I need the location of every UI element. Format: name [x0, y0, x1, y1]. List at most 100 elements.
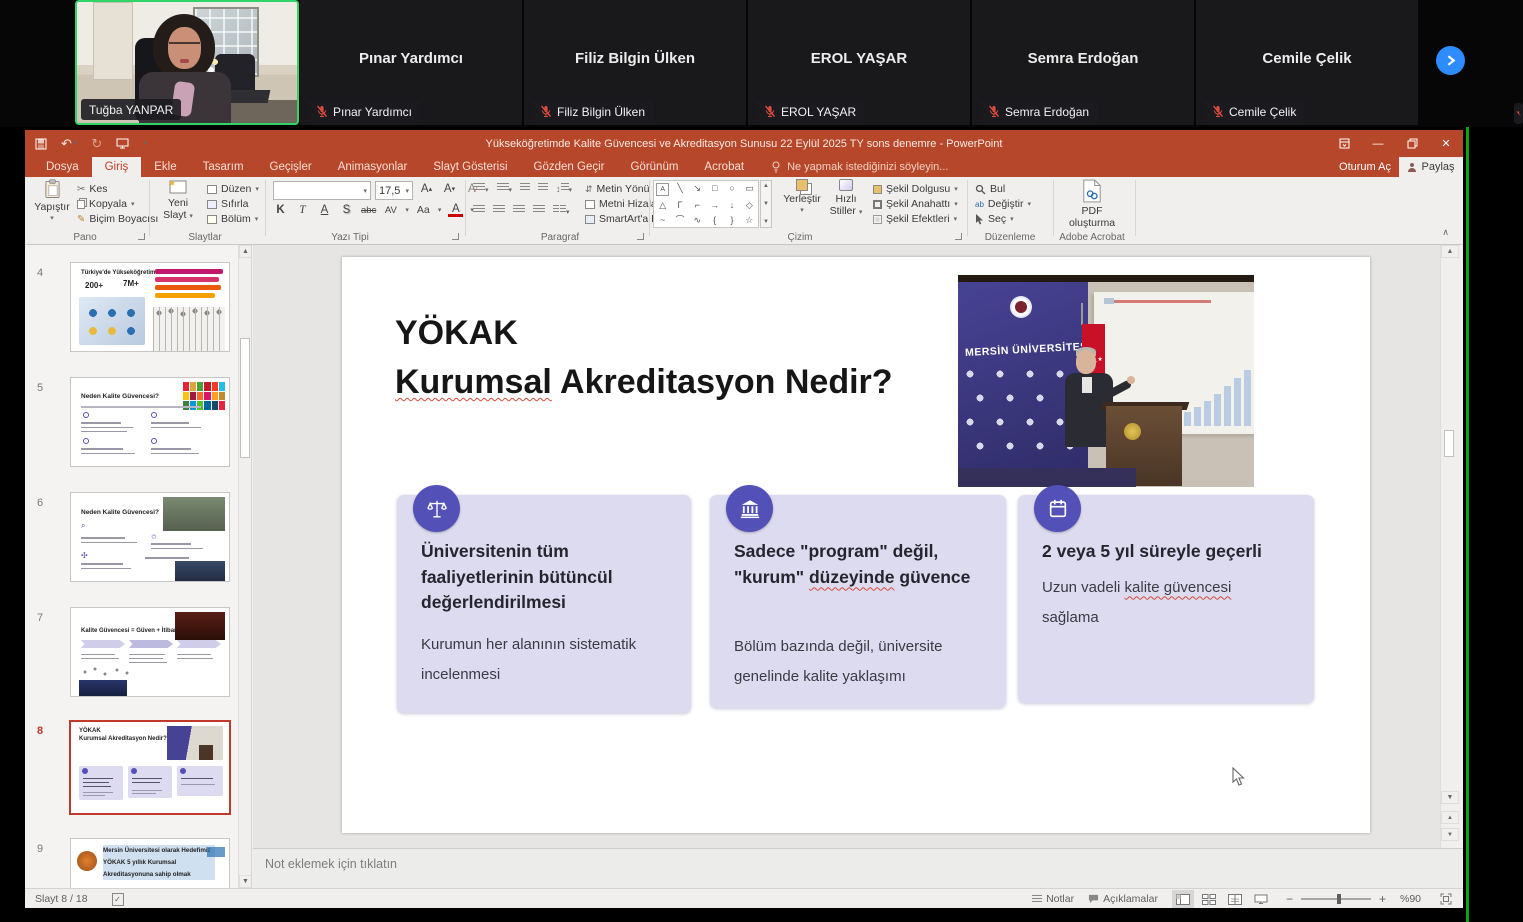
- new-slide-button[interactable]: YeniSlayt ▾: [155, 179, 201, 221]
- slide-scrollbar-thumb[interactable]: [1444, 430, 1454, 457]
- thumbnail-slide-7[interactable]: Kalite Güvencesi = Güven + İtibar: [70, 607, 230, 697]
- increase-indent-button[interactable]: [538, 183, 548, 195]
- scroll-down-icon[interactable]: ▼: [239, 875, 252, 888]
- gallery-more-icon[interactable]: ▼: [763, 219, 769, 225]
- minimize-button[interactable]: —: [1361, 130, 1395, 157]
- slide-scrollbar[interactable]: ▲ ▼ ▲ ▼: [1440, 245, 1458, 848]
- section-button[interactable]: Bölüm▾: [207, 212, 258, 226]
- tab-gorunum[interactable]: Görünüm: [617, 157, 691, 177]
- previous-slide-button[interactable]: ▲: [1441, 811, 1459, 824]
- zoom-out-button[interactable]: −: [1286, 892, 1293, 906]
- decrease-indent-button[interactable]: [520, 183, 530, 195]
- shape-arrow-line-icon[interactable]: ↘: [689, 181, 706, 198]
- spell-check-icon[interactable]: ✓: [112, 893, 124, 906]
- shape-brace-open-icon[interactable]: {: [706, 213, 723, 228]
- scroll-down-icon[interactable]: ▼: [1441, 791, 1459, 804]
- shape-elbow2-icon[interactable]: ⌐: [689, 198, 706, 213]
- zoom-in-button[interactable]: +: [1379, 892, 1386, 906]
- save-button[interactable]: [35, 138, 47, 150]
- shape-scribble-icon[interactable]: ~: [654, 213, 671, 228]
- format-painter-button[interactable]: ✎Biçim Boyacısı: [77, 212, 158, 226]
- close-button[interactable]: ✕: [1429, 130, 1463, 157]
- ribbon-display-options-button[interactable]: [1327, 130, 1361, 157]
- arrange-button[interactable]: Yerleştir ▾: [780, 179, 824, 215]
- thumbnail-slide-5[interactable]: Neden Kalite Güvencesi?: [70, 377, 230, 467]
- share-button[interactable]: Paylaş: [1399, 157, 1463, 177]
- shapes-gallery-scroll[interactable]: ▲▼▼: [760, 180, 772, 228]
- cut-button[interactable]: ✂Kes: [77, 182, 107, 196]
- tab-dosya[interactable]: Dosya: [33, 157, 92, 177]
- character-spacing-button[interactable]: AV: [383, 202, 398, 218]
- undo-button[interactable]: ↶▾: [61, 137, 77, 150]
- columns-button[interactable]: ▾: [553, 205, 570, 217]
- tab-tasarim[interactable]: Tasarım: [190, 157, 257, 177]
- find-button[interactable]: Bul: [975, 182, 1005, 196]
- font-dialog-launcher[interactable]: [452, 233, 459, 240]
- shape-rounded-rect-icon[interactable]: ▭: [741, 181, 758, 198]
- tab-ekle[interactable]: Ekle: [141, 157, 189, 177]
- participant-tile[interactable]: Filiz Bilgin Ülken Filiz Bilgin Ülken: [524, 0, 746, 125]
- slide-sorter-view-button[interactable]: [1198, 890, 1220, 908]
- shape-arc-icon[interactable]: ⌒: [671, 213, 688, 228]
- thumbnail-slide-9[interactable]: Mersin Üniversitesi olarak Hedefimiz YÖK…: [70, 838, 230, 888]
- shape-rectangle-icon[interactable]: □: [706, 181, 723, 198]
- font-size-combo[interactable]: 17,5▾: [375, 181, 413, 200]
- shape-curve-icon[interactable]: ∿: [689, 213, 706, 228]
- card-holistic-evaluation[interactable]: Üniversitenin tüm faaliyetlerinin bütünc…: [397, 495, 691, 713]
- participant-tile[interactable]: Pınar Yardımcı Pınar Yardımcı: [300, 0, 522, 125]
- participant-tile[interactable]: Cemile Çelik Cemile Çelik: [1196, 0, 1418, 125]
- scroll-up-icon[interactable]: ▲: [1441, 245, 1459, 258]
- next-slide-button[interactable]: ▼: [1441, 828, 1459, 841]
- participant-tile[interactable]: Semra Erdoğan Semra Erdoğan: [972, 0, 1194, 125]
- customize-qat-button[interactable]: ▾: [143, 140, 147, 147]
- text-shadow-button[interactable]: S: [339, 202, 354, 218]
- strikethrough-button[interactable]: abc: [361, 202, 376, 218]
- paste-button[interactable]: Yapıştır ▾: [31, 179, 73, 223]
- bullets-button[interactable]: ▾: [473, 183, 489, 195]
- tab-gozden-gecir[interactable]: Gözden Geçir: [521, 157, 618, 177]
- quick-styles-button[interactable]: HızlıStiller ▾: [825, 179, 867, 217]
- paragraph-dialog-launcher[interactable]: [637, 233, 644, 240]
- thumbnail-scrollbar-thumb[interactable]: [240, 338, 250, 458]
- font-name-combo[interactable]: ▾: [273, 181, 371, 200]
- tab-acrobat[interactable]: Acrobat: [691, 157, 757, 177]
- tab-slayt-gosterisi[interactable]: Slayt Gösterisi: [420, 157, 520, 177]
- card-institution-level[interactable]: Sadece "program" değil, "kurum" düzeyind…: [710, 495, 1006, 708]
- slide-title[interactable]: YÖKAK Kurumsal Akreditasyon Nedir?: [395, 309, 893, 407]
- change-case-button[interactable]: Aa: [416, 202, 431, 218]
- shape-brace-close-icon[interactable]: }: [723, 213, 740, 228]
- shape-outline-button[interactable]: Şekil Anahattı▾: [873, 197, 958, 211]
- clipboard-dialog-launcher[interactable]: [138, 233, 145, 240]
- scroll-up-icon[interactable]: ▲: [239, 245, 252, 258]
- bold-button[interactable]: K: [273, 202, 288, 218]
- comments-toggle[interactable]: Açıklamalar: [1088, 893, 1158, 905]
- shape-star-icon[interactable]: ☆: [741, 213, 758, 228]
- current-slide[interactable]: YÖKAK Kurumsal Akreditasyon Nedir? MERSİ…: [342, 257, 1370, 833]
- scroll-down-icon[interactable]: ▼: [763, 201, 769, 207]
- thumbnail-slide-6[interactable]: Neden Kalite Güvencesi? ⌕ ✩ ✣: [70, 492, 230, 582]
- grow-font-button[interactable]: A▴: [419, 181, 434, 197]
- tell-me-box[interactable]: Ne yapmak istediğinizi söyleyin...: [771, 157, 948, 177]
- replace-button[interactable]: abDeğiştir▾: [975, 197, 1031, 211]
- align-center-button[interactable]: [493, 205, 505, 217]
- shape-arrow-down-icon[interactable]: ↓: [723, 198, 740, 213]
- thumbnail-slide-8-selected[interactable]: YÖKAK Kurumsal Akreditasyon Nedir?: [69, 720, 231, 815]
- start-slideshow-button[interactable]: [116, 138, 129, 149]
- pdf-create-button[interactable]: PDFoluşturma: [1061, 179, 1123, 229]
- thumbnail-scrollbar[interactable]: ▲ ▼: [238, 245, 251, 888]
- participant-video-tile[interactable]: Tuğba YANPAR: [75, 0, 299, 125]
- zoom-slider[interactable]: [1301, 898, 1371, 900]
- reading-view-button[interactable]: [1224, 890, 1246, 908]
- justify-button[interactable]: [533, 205, 545, 217]
- collapse-ribbon-button[interactable]: ∧: [1442, 227, 1449, 238]
- restore-button[interactable]: [1395, 130, 1429, 157]
- notes-toggle[interactable]: Notlar: [1032, 893, 1074, 905]
- shape-textbox-icon[interactable]: A: [656, 183, 669, 196]
- shape-ellipse-icon[interactable]: ○: [723, 181, 740, 198]
- normal-view-button[interactable]: [1172, 890, 1194, 908]
- fit-to-window-button[interactable]: [1435, 890, 1457, 908]
- tab-giris[interactable]: Giriş: [92, 157, 142, 177]
- text-direction-button[interactable]: ⇵Metin Yönü▾: [585, 182, 657, 196]
- shape-arrow-right-icon[interactable]: →: [706, 198, 723, 213]
- shape-callout-icon[interactable]: ◇: [741, 198, 758, 213]
